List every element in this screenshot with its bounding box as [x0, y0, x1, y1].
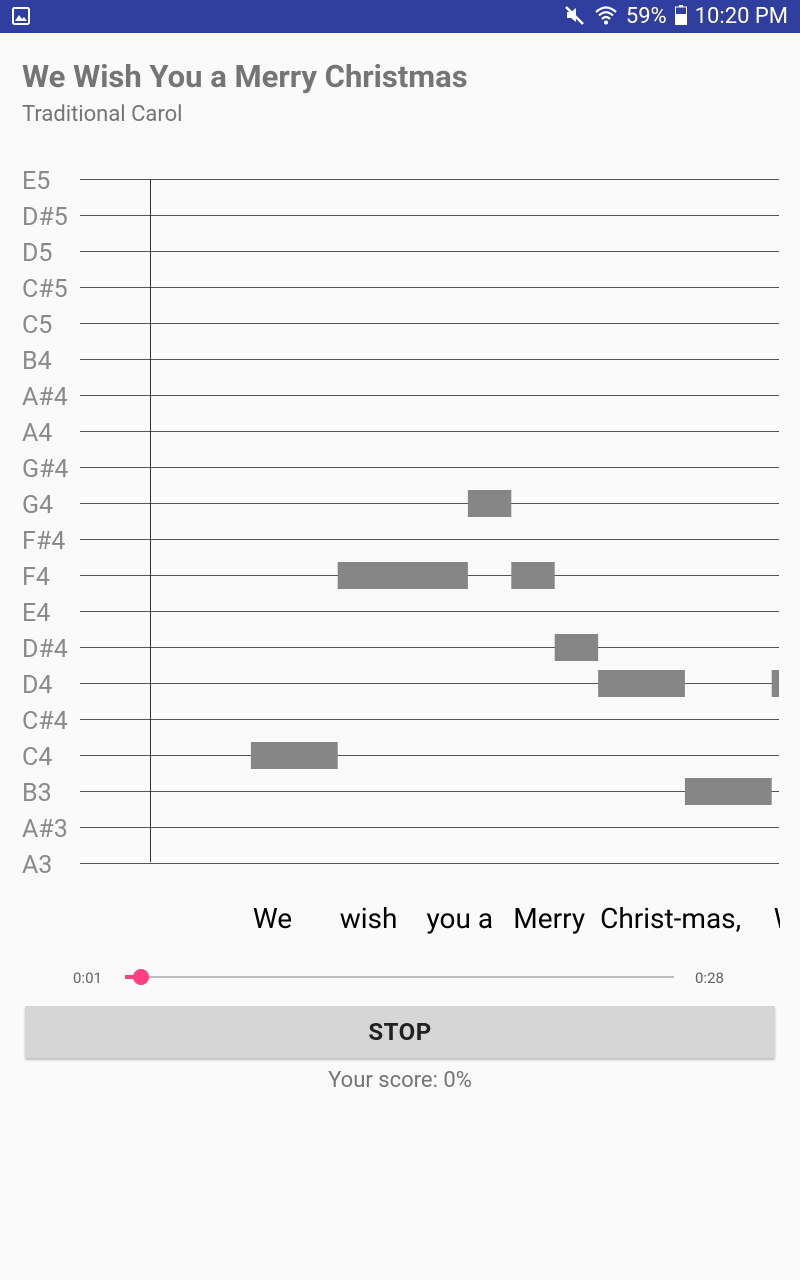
lyric-word: Christ-mas,: [600, 902, 742, 935]
lyric-word: wish: [339, 902, 398, 935]
score-text: Your score: 0%: [328, 1068, 472, 1093]
lyric-word: Merry: [513, 902, 586, 935]
lyric-word: We: [252, 902, 293, 935]
lyric-word: you a: [426, 902, 494, 935]
lyrics-track: We wish you a Merry Christ-mas, We: [0, 0, 780, 960]
stop-button[interactable]: STOP: [25, 1006, 775, 1058]
lyric-word: We: [774, 902, 780, 935]
time-elapsed: 0:01: [73, 969, 102, 987]
time-total: 0:28: [695, 969, 724, 987]
seek-thumb[interactable]: [133, 969, 150, 985]
seek-bar[interactable]: [125, 976, 674, 978]
